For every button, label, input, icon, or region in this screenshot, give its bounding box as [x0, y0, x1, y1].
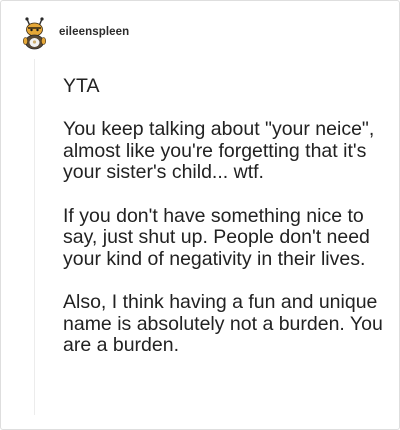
username[interactable]: eileenspleen: [59, 26, 129, 38]
thread-line[interactable]: [34, 59, 35, 415]
comment-card: eileenspleen YTA You keep talking about …: [0, 0, 400, 430]
comment-body: YTA You keep talking about "your neice",…: [63, 75, 385, 378]
comment-paragraph: Also, I think having a fun and unique na…: [63, 290, 383, 357]
comment-paragraph: You keep talking about "your neice", alm…: [63, 118, 375, 184]
avatar-icon[interactable]: [21, 16, 48, 50]
comment-paragraph: YTA: [63, 75, 100, 97]
comment-paragraph: If you don't have something nice to say,…: [63, 204, 370, 270]
comment-header: eileenspleen: [21, 15, 129, 51]
